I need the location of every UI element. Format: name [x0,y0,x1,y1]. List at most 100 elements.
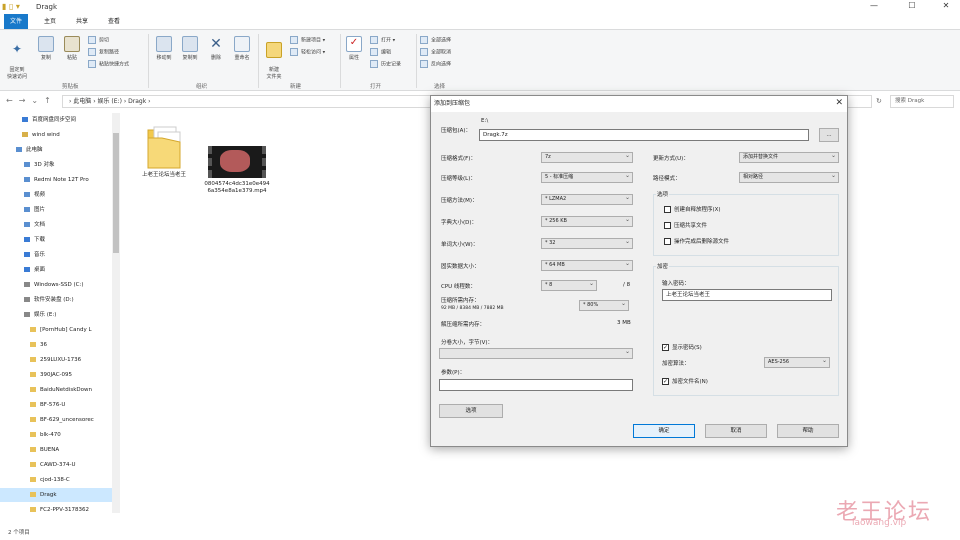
update-select[interactable]: 添加并替换文件 [739,151,839,163]
sidebar-item[interactable]: cjod-138-C [0,473,112,487]
paste-button[interactable]: 粘贴 [62,36,82,61]
ribbon-divider [148,34,149,88]
encrypt-names-checkbox[interactable]: ✓ 加密文件名(N) [662,377,708,385]
split-select[interactable] [439,347,633,359]
encryption-method-select[interactable]: AES-256 [764,356,830,368]
cpu-select[interactable]: * 8 [541,279,597,291]
sidebar-item[interactable]: FC2-PPV-3178362 [0,503,112,517]
solid-select[interactable]: * 64 MB [541,259,633,271]
select-none-button[interactable]: 全部取消 [420,48,451,56]
nav-arrows-icon[interactable]: ←→⌄↑ [6,96,57,105]
paste-shortcut-button[interactable]: 粘贴快捷方式 [88,60,129,68]
sidebar-item[interactable]: 桌面 [0,263,112,277]
password-input[interactable]: 上老王论坛当老王 [662,289,832,301]
delete-button[interactable]: ✕ 删除 [206,36,226,61]
select-all-button[interactable]: 全部选择 [420,36,451,44]
sidebar-item[interactable]: 此电脑 [0,143,112,157]
sidebar-item[interactable]: 390JAC-095 [0,368,112,382]
tab-view[interactable]: 查看 [102,14,126,29]
sidebar-item[interactable]: 娱乐 (E:) [0,308,112,322]
properties-button[interactable]: ✓ 属性 [344,36,364,61]
sidebar-item[interactable]: BF-576-U [0,398,112,412]
sidebar-item[interactable]: Windows-SSD (C:) [0,278,112,292]
path-mode-select[interactable]: 相对路径 [739,171,839,183]
sidebar-item-label: 文档 [34,222,46,228]
cancel-button[interactable]: 取消 [705,424,767,438]
maximize-button[interactable]: ☐ [902,1,922,13]
new-item-button[interactable]: 新建项目 ▾ [290,36,325,44]
sidebar-item[interactable]: 259LUXU-1736 [0,353,112,367]
sidebar-item[interactable]: CAWD-374-U [0,458,112,472]
help-button[interactable]: 帮助 [777,424,839,438]
ribbon-divider [340,34,341,88]
copy-path-button[interactable]: 复制路径 [88,48,119,56]
new-folder-button[interactable]: 新建 文件夹 [262,36,286,80]
sidebar-item[interactable]: 3D 对象 [0,158,112,172]
sidebar-item[interactable]: 视频 [0,188,112,202]
tab-home[interactable]: 主页 [38,14,62,29]
word-select[interactable]: * 32 [541,237,633,249]
paste-label: 粘贴 [66,55,77,61]
move-to-button[interactable]: 移动到 [152,36,176,61]
sfx-checkbox[interactable]: 创建自释放程序(X) [664,205,721,213]
ok-button[interactable]: 确定 [633,424,695,438]
properties-label: 属性 [348,55,359,61]
edit-button[interactable]: 编辑 [370,48,391,56]
scrollbar-thumb[interactable] [113,133,119,253]
tab-share[interactable]: 共享 [70,14,94,29]
show-password-checkbox[interactable]: ✓ 显示密码(S) [662,343,702,351]
sidebar-item[interactable]: Redmi Note 12T Pro [0,173,112,187]
sidebar-item[interactable]: 文档 [0,218,112,232]
sidebar-item[interactable]: 图片 [0,203,112,217]
sidebar-item-label: 此电脑 [26,147,43,153]
mem-select[interactable]: * 80% [579,299,629,311]
sidebar-item[interactable]: 软件安装盘 (D:) [0,293,112,307]
sidebar-item[interactable]: wind wind [0,128,112,142]
dict-select[interactable]: * 256 KB [541,215,633,227]
sidebar-item[interactable]: Dragk [0,488,112,502]
copy-to-label: 复制到 [182,55,198,61]
format-select[interactable]: 7z [541,151,633,163]
easy-access-button[interactable]: 轻松访问 ▾ [290,48,325,56]
group-label-clipboard: 剪贴板 [62,84,79,90]
dialog-close-button[interactable]: ✕ [835,98,843,108]
sidebar-item-label: BF-629_uncensorec [40,417,94,423]
options-button[interactable]: 选项 [439,404,503,418]
delete-after-checkbox[interactable]: 操作完成后删除源文件 [664,237,729,245]
rename-label: 重命名 [234,55,250,61]
archive-name-input[interactable]: Dragk.7z [479,129,809,141]
close-button[interactable]: ✕ [936,1,956,13]
sidebar-item[interactable]: [PornHub] Candy L [0,323,112,337]
params-input[interactable] [439,379,633,391]
shared-checkbox[interactable]: 压缩共享文件 [664,221,707,229]
open-button[interactable]: 打开 ▾ [370,36,395,44]
rename-button[interactable]: 重命名 [230,36,254,61]
search-input[interactable]: 搜索 Dragk [890,95,954,108]
level-select[interactable]: 5 - 标准压缩 [541,171,633,183]
sidebar-item[interactable]: 百度网盘同步空间 [0,113,112,127]
history-button[interactable]: 历史记录 [370,60,401,68]
sidebar-item[interactable]: 36 [0,338,112,352]
sidebar-item[interactable]: BF-629_uncensorec [0,413,112,427]
copy-button[interactable]: 复制 [36,36,56,61]
refresh-icon[interactable]: ↻ [876,97,882,105]
tab-file[interactable]: 文件 [4,14,29,29]
sidebar-item[interactable]: 下载 [0,233,112,247]
copy-to-button[interactable]: 复制到 [178,36,202,61]
sidebar-scrollbar[interactable] [112,113,120,513]
sidebar-item-label: 桌面 [34,267,46,273]
video-file-item[interactable]: 0804574c4dc31e0e4946a354e8a1e379.mp4 [204,146,270,195]
cut-button[interactable]: 剪切 [88,36,109,44]
sidebar-item[interactable]: blk-470 [0,428,112,442]
sidebar-item[interactable]: 音乐 [0,248,112,262]
method-select[interactable]: * LZMA2 [541,193,633,205]
encryption-method-label: 加密算法： [662,361,690,367]
folder-item[interactable]: 上老王论坛当老王 [136,124,192,179]
minimize-button[interactable]: — [864,1,884,13]
pin-button[interactable]: ✦ 固定到 快速访问 [4,36,30,80]
solid-label: 固实数据大小： [441,264,480,270]
sidebar-item[interactable]: BaiduNetdiskDown [0,383,112,397]
sidebar-item[interactable]: BUENA [0,443,112,457]
invert-selection-button[interactable]: 反向选择 [420,60,451,68]
browse-button[interactable]: ... [819,128,839,142]
